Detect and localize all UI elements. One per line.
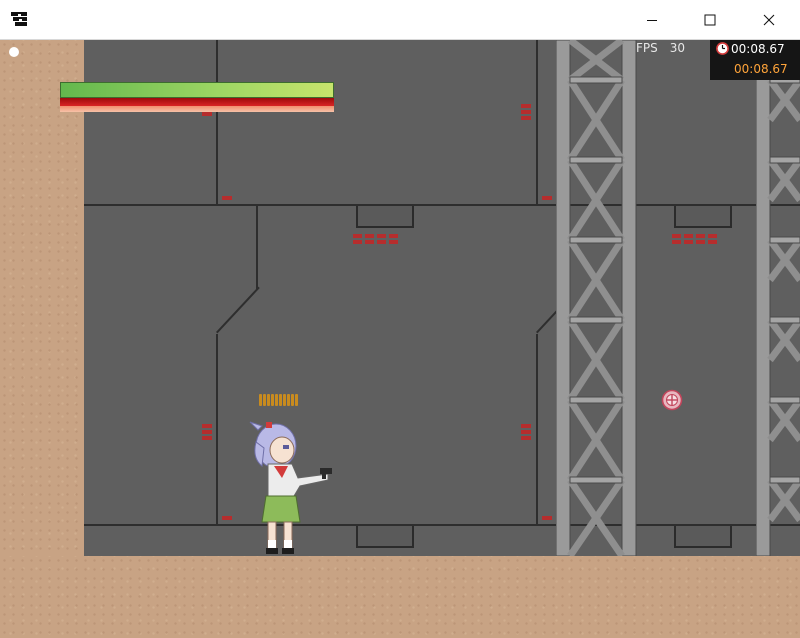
timer-panel: 00:08.67 00:08.67: [710, 40, 800, 80]
maximize-button[interactable]: [681, 0, 739, 39]
ammo-bullet: [263, 394, 266, 406]
app-icon: [11, 12, 27, 26]
ammo-counter: [259, 394, 299, 406]
game-viewport[interactable]: FPS 30 00:08.67 00:08.67: [0, 40, 800, 638]
ammo-bullet: [279, 394, 282, 406]
steel-girder: [556, 40, 637, 556]
close-button[interactable]: [740, 0, 798, 39]
ammo-bullet: [283, 394, 286, 406]
close-icon: [763, 14, 775, 25]
ammo-bullet: [291, 394, 294, 406]
health-bar-base: [60, 106, 334, 112]
fps-value: 30: [669, 41, 686, 55]
title-bar: [0, 0, 800, 40]
fps-counter: FPS 30: [636, 40, 697, 56]
dirt-ground: [0, 556, 800, 638]
metal-wall: [84, 40, 800, 556]
ammo-bullet: [267, 394, 270, 406]
health-bar-fill: [60, 82, 334, 98]
ammo-bullet: [271, 394, 274, 406]
timer-total: 00:08.67: [731, 42, 785, 56]
clock-icon: [716, 42, 729, 55]
indicator-dot: [9, 47, 19, 57]
dirt-wall-left: [0, 40, 84, 638]
player-character: [249, 421, 332, 554]
ammo-bullet: [275, 394, 278, 406]
crosshair-icon[interactable]: [661, 389, 683, 411]
health-bar-damage: [60, 98, 334, 106]
ammo-bullet: [287, 394, 290, 406]
steel-girder-right: [756, 40, 800, 556]
fps-label: FPS: [636, 41, 658, 55]
timer-current: 00:08.67: [734, 62, 788, 76]
timer-total-row: 00:08.67: [716, 41, 785, 57]
minimize-button[interactable]: [623, 0, 681, 39]
ammo-bullet: [259, 394, 262, 406]
maximize-icon: [704, 14, 716, 25]
health-bar: [60, 82, 334, 112]
ammo-bullet: [295, 394, 298, 406]
game-window: FPS 30 00:08.67 00:08.67: [0, 0, 800, 638]
minimize-icon: [647, 19, 657, 21]
